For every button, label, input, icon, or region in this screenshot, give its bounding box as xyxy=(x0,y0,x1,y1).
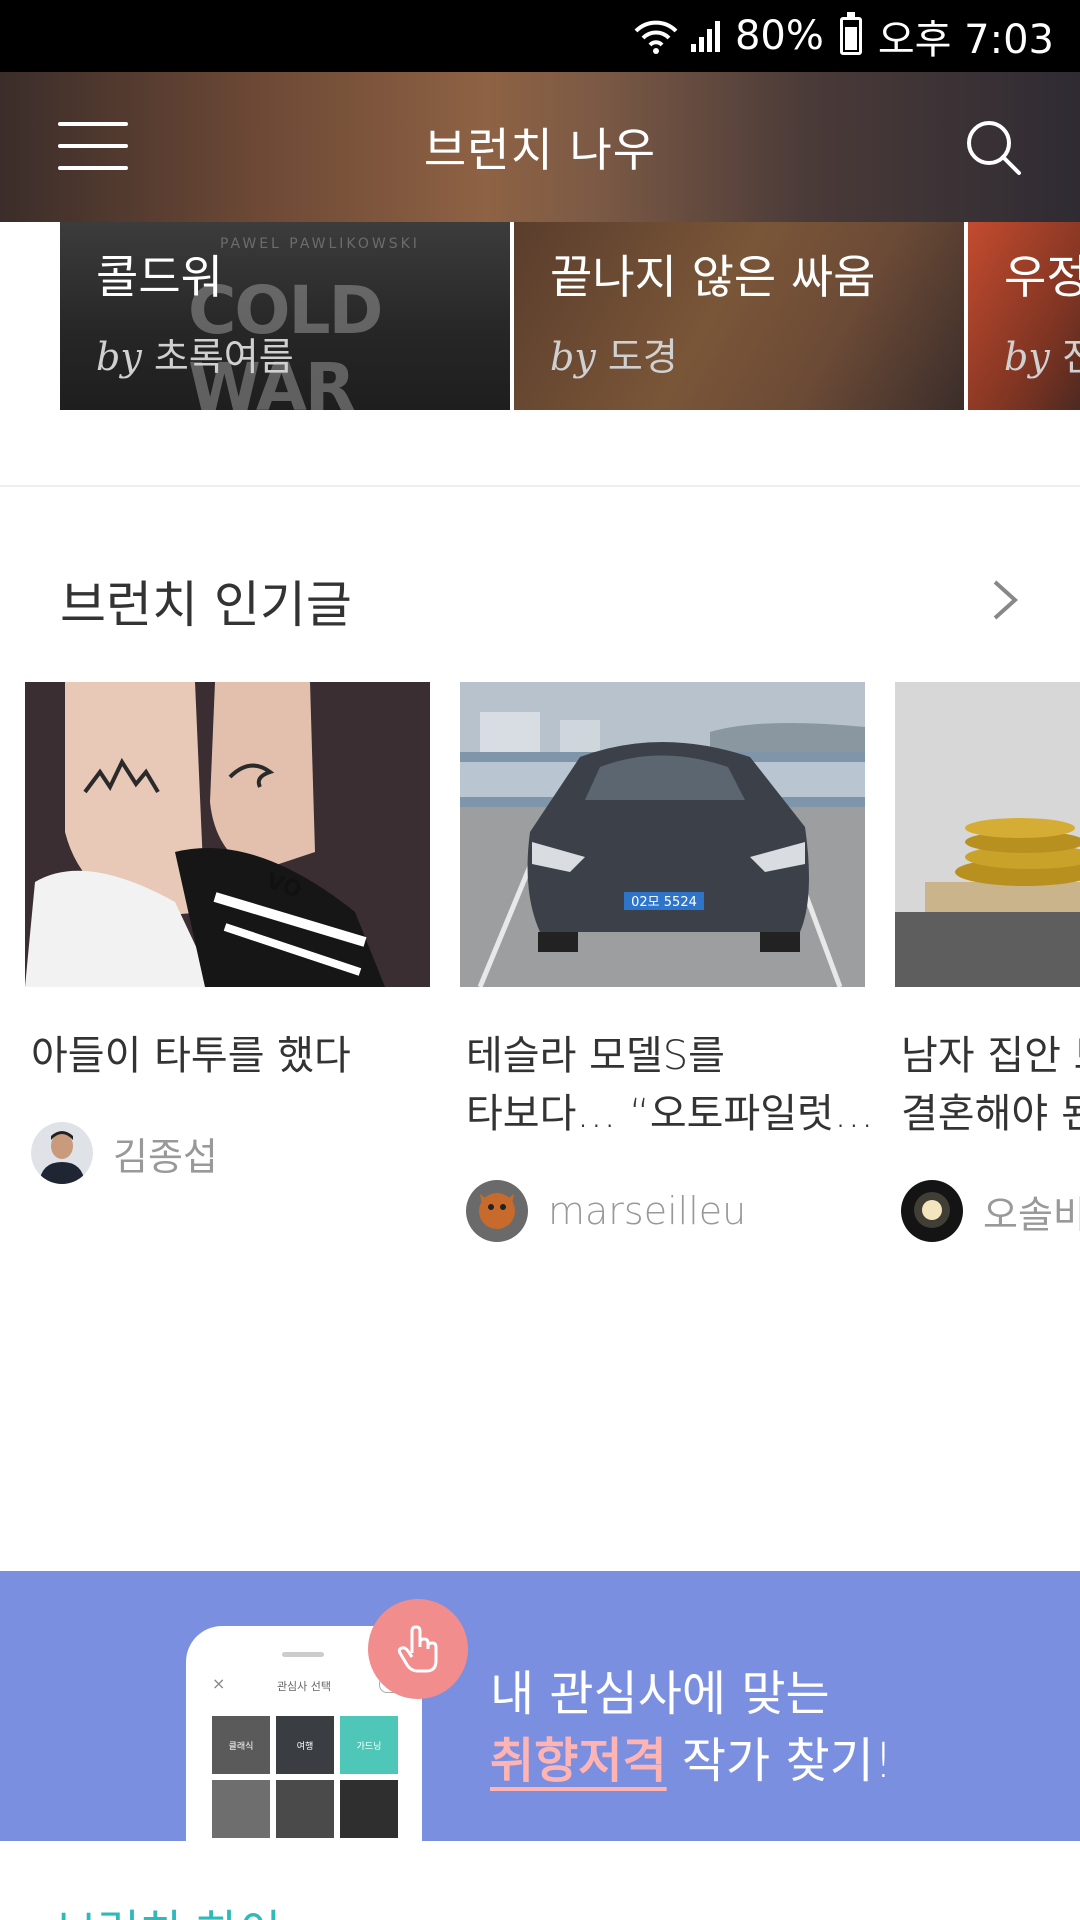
interest-grid: 클래식 여행 가드닝 xyxy=(212,1716,398,1838)
banner-line-2: 취향저격 작가 찾기! xyxy=(490,1721,893,1791)
popular-post-card[interactable]: 02모 5524 테슬라 모델S를 타보다… “오토파일럿… marseille… xyxy=(460,682,874,1242)
featured-card-title: 끝나지 않은 싸움 xyxy=(550,250,876,304)
page-title: 브런치 나우 xyxy=(423,123,657,177)
hamburger-menu-icon[interactable] xyxy=(58,122,128,170)
post-thumbnail[interactable] xyxy=(895,682,1080,987)
tap-hand-icon xyxy=(368,1599,468,1699)
featured-card[interactable]: PAWEL PAWLIKOWSKI COLD WAR 콜드워 by 초록여름 xyxy=(60,222,510,410)
banner-highlight: 취향저격 xyxy=(490,1733,667,1789)
post-author[interactable]: 오솔비 xyxy=(901,1180,1080,1242)
featured-card-author: by 초록여름 xyxy=(96,335,294,379)
phone-speaker xyxy=(282,1652,324,1657)
post-title[interactable]: 아들이 타투를 했다 xyxy=(31,1027,451,1085)
interest-tile xyxy=(212,1780,270,1838)
next-section-title: 브런치 하이 xyxy=(55,1896,281,1920)
interest-tile: 클래식 xyxy=(212,1716,270,1774)
interest-tile xyxy=(340,1780,398,1838)
post-thumbnail[interactable]: 02모 5524 xyxy=(460,682,865,987)
interest-tile: 여행 xyxy=(276,1716,334,1774)
status-bar: 80% 오후 7:03 xyxy=(0,0,1080,72)
featured-card[interactable]: 끝나지 않은 싸움 by 도경 xyxy=(514,222,964,410)
popular-post-card[interactable]: 남자 집안 보 결혼해야 된 오솔비 xyxy=(895,682,1080,1242)
signal-icon xyxy=(689,18,725,54)
wifi-icon xyxy=(633,17,679,55)
post-title[interactable]: 남자 집안 보 결혼해야 된 xyxy=(901,1027,1080,1143)
interest-tile xyxy=(276,1780,334,1838)
banner-line-2-rest: 작가 찾기! xyxy=(666,1733,894,1789)
avatar xyxy=(31,1122,93,1184)
section-title: 브런치 인기글 xyxy=(60,576,352,634)
featured-card-title: 우정 xyxy=(1004,250,1080,304)
app-header: 브런치 나우 xyxy=(0,72,1080,222)
featured-card-title: 콜드워 xyxy=(96,250,223,304)
featured-carousel[interactable]: PAWEL PAWLIKOWSKI COLD WAR 콜드워 by 초록여름 끝… xyxy=(0,222,1080,410)
featured-card[interactable]: 우정 by 진 xyxy=(968,222,1080,410)
author-name: 김종섭 xyxy=(113,1134,218,1179)
popular-post-card[interactable]: VO 아들이 타투를 했다 김종섭 xyxy=(25,682,430,1184)
battery-icon xyxy=(839,12,862,55)
interest-tile: 가드닝 xyxy=(340,1716,398,1774)
featured-card-author: by 진 xyxy=(1004,335,1080,379)
post-title[interactable]: 테슬라 모델S를 타보다… “오토파일럿… xyxy=(466,1027,886,1143)
avatar xyxy=(901,1180,963,1242)
author-name: 오솔비 xyxy=(983,1192,1080,1237)
post-author[interactable]: marseilleu xyxy=(466,1180,746,1242)
promo-banner[interactable]: × 관심사 선택 다음 클래식 여행 가드닝 내 관심사에 맞는 취향저격 작가… xyxy=(0,1571,1080,1841)
section-divider xyxy=(0,485,1080,487)
screen: 80% 오후 7:03 브런치 나우 PAWEL PAWLIKOWSKI COL… xyxy=(0,0,1080,1920)
banner-line-1: 내 관심사에 맞는 xyxy=(490,1666,830,1722)
search-icon[interactable] xyxy=(964,118,1024,178)
post-thumbnail[interactable]: VO xyxy=(25,682,430,987)
battery-percent: 80% xyxy=(734,13,824,59)
featured-card-author: by 도경 xyxy=(550,335,678,379)
avatar xyxy=(466,1180,528,1242)
post-author[interactable]: 김종섭 xyxy=(31,1122,218,1184)
poster-subtitle: PAWEL PAWLIKOWSKI xyxy=(220,236,420,252)
clock: 오후 7:03 xyxy=(877,17,1054,63)
license-plate: 02모 5524 xyxy=(631,895,697,910)
chevron-right-icon[interactable] xyxy=(985,574,1025,626)
author-name: marseilleu xyxy=(548,1189,747,1233)
